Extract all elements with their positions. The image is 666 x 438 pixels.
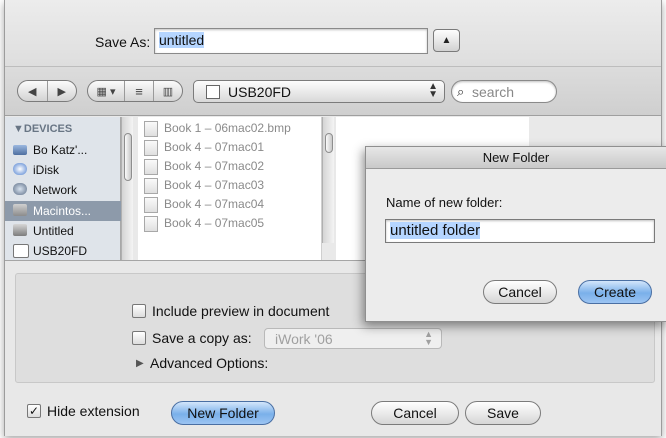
location-popup[interactable]: USB20FD ▲ ▼: [193, 80, 445, 103]
sidebar-item-macintosh[interactable]: Macintos...: [5, 201, 121, 221]
save-as-input[interactable]: untitled: [154, 28, 428, 54]
search-icon: ⌕: [457, 84, 465, 99]
list-view-icon[interactable]: ≡: [125, 84, 153, 99]
network-icon: [13, 183, 27, 195]
file-icon: [144, 216, 158, 232]
collapse-button[interactable]: ▲: [433, 29, 460, 52]
file-icon: [144, 197, 158, 213]
copy-format-label: iWork '06: [275, 331, 333, 347]
triangle-up-icon: ▲: [441, 35, 452, 46]
idisk-icon: [13, 163, 27, 175]
file-icon: [144, 159, 158, 175]
new-folder-name-input[interactable]: untitled folder: [385, 219, 655, 243]
disclosure-triangle-icon[interactable]: ▶: [136, 358, 144, 369]
forward-arrow-icon[interactable]: ▶: [48, 85, 77, 98]
save-as-area: Save As: untitled ▲: [5, 0, 661, 66]
save-as-label: Save As:: [95, 34, 151, 50]
search-placeholder: search: [472, 84, 515, 100]
sidebar-item-untitled[interactable]: Untitled: [5, 221, 121, 241]
new-folder-button[interactable]: New Folder: [171, 401, 275, 425]
new-folder-title: New Folder: [366, 147, 666, 169]
sidebar-item-idisk[interactable]: iDisk: [5, 160, 121, 180]
back-forward-control: ◀ ▶: [17, 80, 77, 102]
sidebar-header: ▼DEVICES: [13, 123, 73, 135]
create-button[interactable]: Create: [578, 280, 652, 304]
sidebar-item-network[interactable]: Network: [5, 180, 121, 200]
file-column: Book 1 – 06mac02.bmp Book 4 – 07mac01 Bo…: [138, 117, 322, 260]
hide-extension-checkbox[interactable]: ✓: [27, 404, 41, 418]
sidebar-scrollbar[interactable]: [121, 117, 133, 260]
new-folder-cancel-button[interactable]: Cancel: [483, 280, 557, 304]
sidebar-item-computer[interactable]: Bo Katz'...: [5, 140, 121, 160]
back-arrow-icon[interactable]: ◀: [18, 85, 47, 98]
location-label: USB20FD: [228, 84, 292, 100]
checkmark-icon: ✓: [28, 404, 40, 418]
sidebar: ▼DEVICES Bo Katz'... iDisk Network Macin…: [5, 117, 121, 260]
hide-extension-label: Hide extension: [47, 403, 140, 419]
save-button[interactable]: Save: [465, 401, 541, 425]
file-scroll-thumb[interactable]: [325, 133, 333, 153]
hard-drive-icon: [13, 204, 27, 216]
new-folder-prompt: Name of new folder:: [386, 195, 503, 210]
search-field[interactable]: ⌕ search: [451, 80, 557, 103]
usb-drive-icon: [13, 244, 29, 258]
save-copy-label: Save a copy as:: [152, 330, 252, 346]
new-folder-dialog: New Folder Name of new folder: untitled …: [365, 146, 666, 322]
usb-drive-icon: [206, 85, 220, 99]
copy-format-popup[interactable]: iWork '06 ▲ ▼: [264, 328, 442, 349]
toolbar: ◀ ▶ ▦ ▾ ≡ ▥ USB20FD ▲ ▼ ⌕ search: [5, 66, 661, 116]
file-icon: [144, 140, 158, 156]
hard-drive-icon: [13, 224, 27, 236]
file-scrollbar[interactable]: [322, 117, 334, 243]
advanced-options-label: Advanced Options:: [150, 355, 269, 371]
icon-view-icon[interactable]: ▦ ▾: [88, 85, 124, 98]
new-folder-name-value: untitled folder: [390, 222, 481, 239]
sidebar-scroll-thumb[interactable]: [124, 133, 132, 181]
computer-icon: [13, 145, 27, 155]
include-preview-label: Include preview in document: [152, 303, 330, 319]
sidebar-item-usb[interactable]: USB20FD: [5, 241, 121, 261]
save-copy-checkbox[interactable]: [132, 331, 146, 345]
view-mode-control: ▦ ▾ ≡ ▥: [87, 80, 183, 102]
include-preview-checkbox[interactable]: [132, 304, 146, 318]
file-icon: [144, 178, 158, 194]
save-as-value: untitled: [159, 32, 205, 48]
file-icon: [144, 121, 158, 137]
cancel-button[interactable]: Cancel: [371, 401, 459, 425]
popup-arrows-icon: ▲ ▼: [428, 81, 438, 100]
popup-arrows-icon: ▲ ▼: [424, 329, 433, 347]
column-view-icon[interactable]: ▥: [154, 85, 182, 98]
